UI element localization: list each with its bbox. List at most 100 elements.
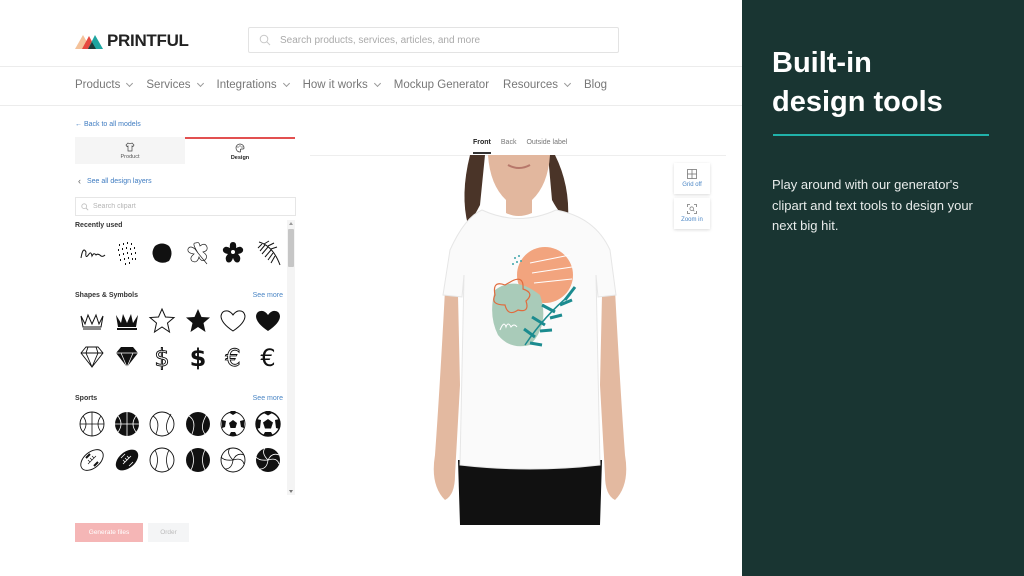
soccer-filled-icon[interactable] bbox=[253, 409, 283, 439]
view-tab-outside-label[interactable]: Outside label bbox=[526, 139, 567, 154]
pants bbox=[458, 460, 602, 525]
grid-off-button[interactable]: Grid off bbox=[674, 163, 710, 194]
scroll-up-icon[interactable] bbox=[289, 222, 293, 225]
nav-resources[interactable]: Resources bbox=[503, 79, 572, 91]
see-all-layers-link[interactable]: ‹ See all design layers bbox=[78, 176, 152, 186]
tennis-filled-icon[interactable] bbox=[183, 409, 213, 439]
palm-leaf-icon[interactable] bbox=[253, 238, 283, 268]
svg-text:$: $ bbox=[155, 344, 170, 372]
palette-icon bbox=[235, 143, 245, 152]
layers-link-label: See all design layers bbox=[87, 177, 152, 185]
tab-label: Product bbox=[120, 153, 140, 160]
view-tab-back[interactable]: Back bbox=[501, 139, 517, 154]
clipart-search[interactable] bbox=[75, 197, 296, 216]
grid-icon bbox=[687, 169, 697, 179]
clipart-scrollbar[interactable] bbox=[287, 220, 295, 495]
logo-mark-icon bbox=[75, 35, 103, 49]
promo-body: Play around with our generator's clipart… bbox=[772, 177, 973, 233]
view-tabs: Front Back Outside label bbox=[473, 139, 577, 154]
site-search-input[interactable] bbox=[280, 34, 600, 46]
nav-label: Resources bbox=[503, 79, 559, 91]
heart-outline-icon[interactable] bbox=[218, 306, 248, 336]
nav-integrations[interactable]: Integrations bbox=[216, 79, 290, 91]
star-outline-icon[interactable] bbox=[147, 306, 177, 336]
order-button[interactable]: Order bbox=[148, 523, 189, 542]
sports-row-1 bbox=[75, 409, 285, 439]
generate-files-button[interactable]: Generate files bbox=[75, 523, 143, 542]
svg-text:$: $ bbox=[189, 344, 206, 372]
star-filled-icon[interactable] bbox=[183, 306, 213, 336]
nav-label: How it works bbox=[302, 79, 368, 91]
heart-filled-icon[interactable] bbox=[253, 306, 283, 336]
tab-design[interactable]: Design bbox=[185, 137, 295, 164]
nav-blog[interactable]: Blog bbox=[584, 79, 607, 91]
chevron-left-icon: ‹ bbox=[78, 176, 81, 186]
crown-outline-icon[interactable] bbox=[77, 306, 107, 336]
shapes-row-1 bbox=[75, 306, 285, 336]
nav-label: Integrations bbox=[216, 79, 277, 91]
nav-label: Blog bbox=[584, 79, 608, 91]
chevron-down-icon bbox=[373, 79, 381, 88]
nav-mockup-generator[interactable]: Mockup Generator bbox=[394, 79, 489, 91]
logo-text: PRINTFUL bbox=[107, 31, 189, 50]
mockup-model-image bbox=[433, 155, 627, 525]
hibiscus-icon[interactable] bbox=[183, 238, 213, 268]
site-search[interactable] bbox=[248, 27, 619, 53]
section-title-shapes: Shapes & Symbols bbox=[75, 292, 139, 299]
zoom-in-button[interactable]: Zoom in bbox=[674, 198, 710, 229]
scroll-thumb[interactable] bbox=[288, 229, 294, 267]
slide: PRINTFUL Products Services Integrations … bbox=[0, 0, 1024, 576]
dots-icon[interactable] bbox=[112, 238, 142, 268]
euro-filled-icon[interactable]: € bbox=[253, 342, 283, 372]
baseball-filled-icon[interactable] bbox=[183, 445, 213, 475]
editor-tabs: Product Design bbox=[75, 137, 295, 164]
football-filled-icon[interactable] bbox=[112, 445, 142, 475]
nav-services[interactable]: Services bbox=[146, 79, 204, 91]
blob-icon[interactable] bbox=[147, 238, 177, 268]
arm-right bbox=[600, 290, 627, 500]
volleyball-filled-icon[interactable] bbox=[253, 445, 283, 475]
printful-logo[interactable]: PRINTFUL bbox=[75, 31, 189, 51]
basketball-filled-icon[interactable] bbox=[112, 409, 142, 439]
promo-title: Built-in design tools bbox=[772, 44, 943, 122]
zoom-in-label: Zoom in bbox=[681, 217, 703, 223]
chevron-down-icon bbox=[196, 79, 204, 88]
nav-label: Products bbox=[75, 79, 121, 91]
section-title-sports: Sports bbox=[75, 395, 98, 402]
tab-label: Design bbox=[230, 154, 250, 161]
nav-products[interactable]: Products bbox=[75, 79, 134, 91]
nav-label: Mockup Generator bbox=[393, 79, 490, 91]
dollar-outline-icon[interactable]: $ bbox=[147, 342, 177, 372]
diamond-filled-icon[interactable] bbox=[112, 342, 142, 372]
promo-title-line-1: Built-in bbox=[772, 47, 872, 79]
baseball-outline-icon[interactable] bbox=[147, 445, 177, 475]
grid-off-label: Grid off bbox=[682, 182, 702, 188]
chevron-down-icon bbox=[563, 79, 572, 88]
see-more-shapes-link[interactable]: See more bbox=[253, 292, 283, 299]
search-icon bbox=[259, 34, 271, 46]
promo-title-line-2: design tools bbox=[772, 86, 943, 118]
tennis-outline-icon[interactable] bbox=[147, 409, 177, 439]
dollar-filled-icon[interactable]: $ bbox=[183, 342, 213, 372]
diamond-outline-icon[interactable] bbox=[77, 342, 107, 372]
flower-icon[interactable] bbox=[218, 238, 248, 268]
view-tab-front[interactable]: Front bbox=[473, 139, 491, 154]
tab-product[interactable]: Product bbox=[75, 137, 185, 164]
shapes-row-2: $ $ € € bbox=[75, 342, 285, 372]
nav-label: Services bbox=[146, 79, 191, 91]
scribble-icon[interactable] bbox=[77, 238, 107, 268]
scroll-down-icon[interactable] bbox=[289, 490, 293, 493]
back-to-models-link[interactable]: ← Back to all models bbox=[75, 121, 141, 128]
football-outline-icon[interactable] bbox=[77, 445, 107, 475]
crown-filled-icon[interactable] bbox=[112, 306, 142, 336]
volleyball-outline-icon[interactable] bbox=[218, 445, 248, 475]
clipart-search-input[interactable] bbox=[93, 203, 283, 210]
main-nav: Products Services Integrations How it wo… bbox=[75, 79, 621, 91]
euro-outline-icon[interactable]: € bbox=[218, 342, 248, 372]
see-more-sports-link[interactable]: See more bbox=[253, 395, 283, 402]
printful-screenshot: PRINTFUL Products Services Integrations … bbox=[0, 0, 742, 576]
basketball-outline-icon[interactable] bbox=[77, 409, 107, 439]
chevron-down-icon bbox=[126, 79, 134, 88]
soccer-outline-icon[interactable] bbox=[218, 409, 248, 439]
nav-how-it-works[interactable]: How it works bbox=[302, 79, 381, 91]
